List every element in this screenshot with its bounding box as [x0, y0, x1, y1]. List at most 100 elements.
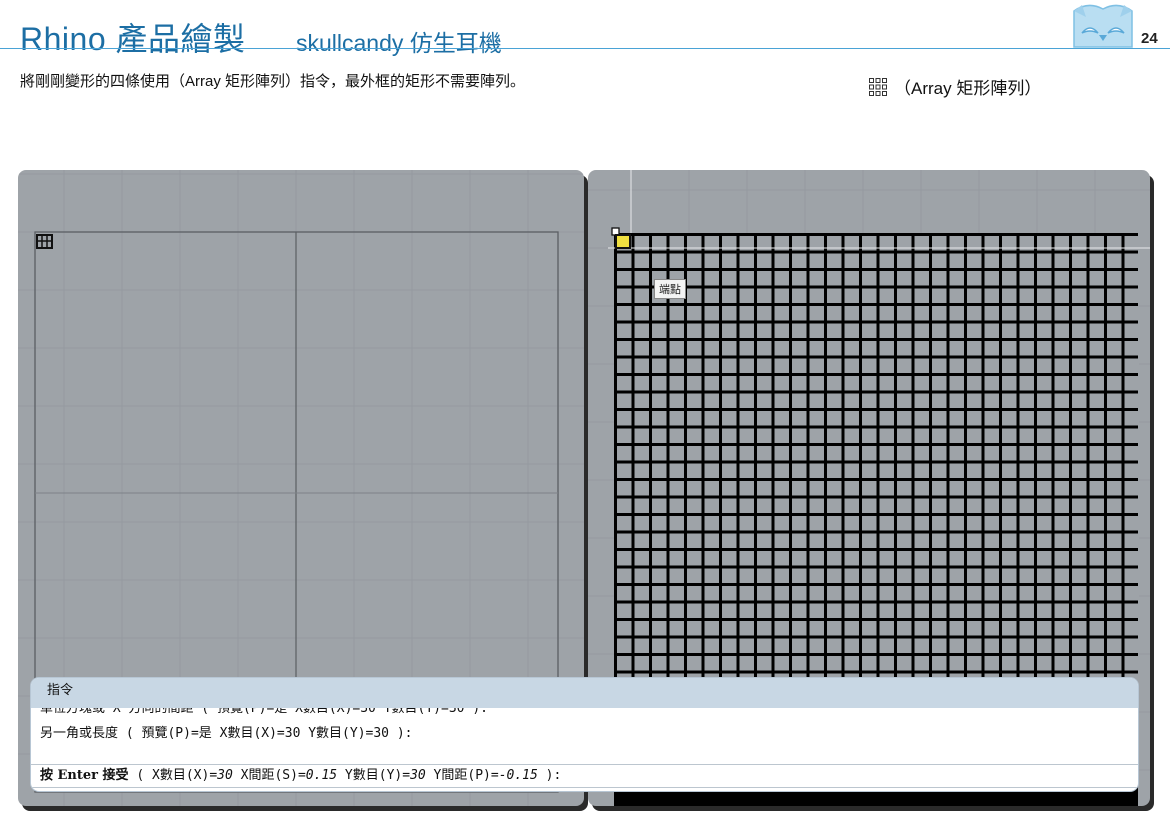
- array-cell: [1072, 498, 1087, 513]
- array-cell: [932, 393, 947, 408]
- array-cell: [984, 428, 999, 443]
- array-cell: [1054, 393, 1069, 408]
- array-cell: [1107, 306, 1122, 321]
- array-cell: [617, 411, 632, 426]
- command-history-line: 單位方塊或 X 方向的間距 ( 預覽(P)=是 X數目(X)=30 Y數目(Y)…: [40, 708, 488, 716]
- array-cell: [739, 411, 754, 426]
- prompt-open: (: [128, 768, 153, 783]
- array-cell: [792, 446, 807, 461]
- option-x-spacing-value[interactable]: 0.15: [306, 768, 337, 783]
- array-cell: [879, 376, 894, 391]
- array-cell: [739, 463, 754, 478]
- array-cell: [687, 253, 702, 268]
- array-cell: [1124, 253, 1139, 268]
- array-cell: [634, 516, 649, 531]
- array-cell: [984, 568, 999, 583]
- array-cell: [634, 498, 649, 513]
- array-cell: [1089, 253, 1104, 268]
- array-cell: [739, 306, 754, 321]
- array-cell: [914, 568, 929, 583]
- array-cell: [967, 638, 982, 653]
- array-cell: [1124, 323, 1139, 338]
- array-cell: [669, 253, 684, 268]
- array-cell: [687, 533, 702, 548]
- array-cell: [1019, 586, 1034, 601]
- array-cell: [879, 586, 894, 601]
- array-cell: [757, 481, 772, 496]
- array-cell: [879, 481, 894, 496]
- array-cell: [652, 621, 667, 636]
- array-cell: [722, 656, 737, 671]
- array-cell: [634, 638, 649, 653]
- array-cell: [949, 621, 964, 636]
- option-x-count-label[interactable]: X數目(X)=: [152, 768, 217, 783]
- array-grid-icon: [869, 77, 887, 96]
- option-y-spacing-value[interactable]: -0.15: [499, 768, 538, 783]
- array-cell: [1107, 481, 1122, 496]
- array-cell: [809, 656, 824, 671]
- option-y-count-label[interactable]: Y數目(Y)=: [337, 768, 410, 783]
- array-cell: [1054, 621, 1069, 636]
- prompt-close: ):: [537, 768, 562, 783]
- option-y-spacing-label[interactable]: Y間距(P)=: [426, 768, 499, 783]
- array-cell: [757, 288, 772, 303]
- array-cell: [949, 288, 964, 303]
- array-cell: [897, 516, 912, 531]
- array-cell: [1054, 341, 1069, 356]
- array-cell: [704, 271, 719, 286]
- array-cell: [1124, 533, 1139, 548]
- array-cell: [1019, 463, 1034, 478]
- array-cell: [897, 253, 912, 268]
- array-cell: [967, 376, 982, 391]
- array-cell: [932, 586, 947, 601]
- array-cell: [704, 656, 719, 671]
- array-cell: [792, 393, 807, 408]
- array-cell: [879, 253, 894, 268]
- option-x-spacing-label[interactable]: X間距(S)=: [233, 768, 306, 783]
- array-cell: [1089, 586, 1104, 601]
- array-cell: [1072, 463, 1087, 478]
- array-cell: [932, 481, 947, 496]
- array-cell: [809, 411, 824, 426]
- array-cell: [687, 586, 702, 601]
- array-cell: [774, 358, 789, 373]
- option-y-count-value[interactable]: 30: [410, 768, 426, 783]
- array-cell: [1037, 533, 1052, 548]
- array-cell: [844, 393, 859, 408]
- command-prompt[interactable]: 按 Enter 接受 ( X數目(X)=30 X間距(S)=0.15 Y數目(Y…: [31, 765, 1138, 788]
- array-cell: [844, 463, 859, 478]
- array-cell: [1072, 656, 1087, 671]
- array-cell: [1019, 288, 1034, 303]
- array-cell: [967, 498, 982, 513]
- array-cell: [809, 603, 824, 618]
- array-cell: [932, 516, 947, 531]
- command-panel[interactable]: 指令 單位方塊或 X 方向的間距 ( 預覽(P)=是 X數目(X)=30 Y數目…: [31, 678, 1138, 791]
- array-cell: [932, 288, 947, 303]
- array-cell: [1124, 481, 1139, 496]
- page-title: Rhino 產品繪製: [20, 21, 246, 57]
- array-cell: [967, 271, 982, 286]
- array-cell: [687, 393, 702, 408]
- array-cell: [617, 516, 632, 531]
- array-cell: [827, 568, 842, 583]
- array-cell: [1107, 463, 1122, 478]
- array-cell: [1002, 568, 1017, 583]
- array-cell: [704, 603, 719, 618]
- array-cell: [1124, 638, 1139, 653]
- array-cell: [1054, 376, 1069, 391]
- array-cell: [932, 306, 947, 321]
- array-cell: [722, 638, 737, 653]
- array-cell: [932, 271, 947, 286]
- array-cell: [1124, 376, 1139, 391]
- array-cell: [809, 481, 824, 496]
- array-cell: [669, 411, 684, 426]
- array-cell: [757, 533, 772, 548]
- array-cell: [617, 568, 632, 583]
- array-cell: [1019, 533, 1034, 548]
- array-cell: [1124, 568, 1139, 583]
- option-x-count-value[interactable]: 30: [217, 768, 233, 783]
- array-cell: [634, 271, 649, 286]
- array-cell: [739, 271, 754, 286]
- array-cell: [757, 306, 772, 321]
- array-cell: [1002, 271, 1017, 286]
